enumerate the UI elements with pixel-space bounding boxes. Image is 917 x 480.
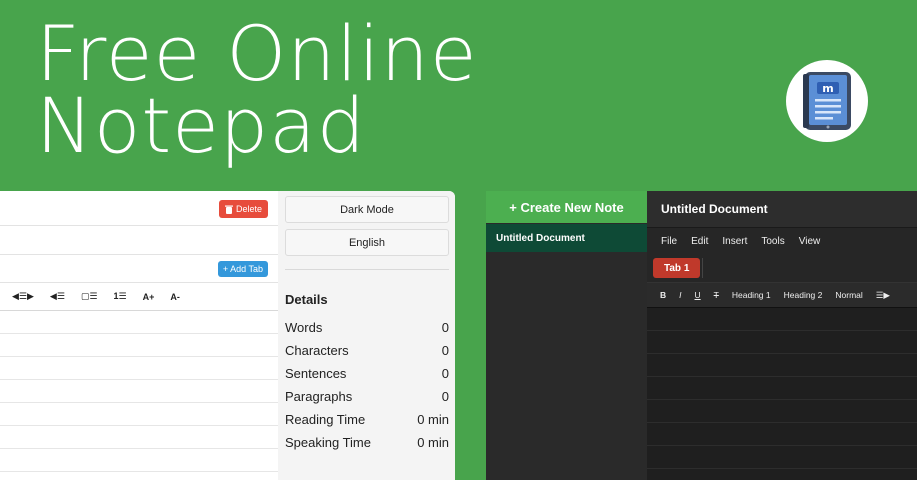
indent-button[interactable]: ☰▶: [876, 290, 890, 301]
light-format-toolbar: ◀☰▶ ◀☰ ▢☰ 1☰ A+ A-: [0, 283, 278, 311]
add-tab-button[interactable]: + Add Tab: [217, 261, 268, 277]
underline-button[interactable]: U: [695, 290, 701, 300]
heading1-button[interactable]: Heading 1: [732, 290, 771, 300]
trash-icon: [224, 205, 233, 214]
hero-title-line2: Notepad: [36, 81, 366, 170]
outdent-button[interactable]: ◀☰: [50, 291, 65, 302]
stat-label: Words: [285, 320, 323, 335]
hero-title-line1: Free Online: [36, 9, 478, 98]
dark-tabs-row: Tab 1: [647, 254, 917, 282]
stat-label: Paragraphs: [285, 389, 353, 404]
dark-editor: Untitled Document File Edit Insert Tools…: [647, 191, 917, 480]
stat-value: 0 min: [417, 435, 449, 450]
stat-row-reading-time: Reading Time 0 min: [285, 408, 449, 431]
stat-row-paragraphs: Paragraphs 0: [285, 385, 449, 408]
text-line: [0, 426, 278, 449]
text-line: [0, 334, 278, 357]
dark-text-area[interactable]: [647, 308, 917, 469]
text-line: [647, 446, 917, 469]
light-tabs-row: + Add Tab: [0, 255, 278, 283]
menu-file[interactable]: File: [661, 236, 677, 247]
dark-notes-sidebar: + Create New Note Untitled Document: [486, 191, 647, 480]
details-title: Details: [285, 292, 328, 307]
stat-value: 0: [441, 389, 449, 404]
text-line: [0, 311, 278, 334]
stat-row-characters: Characters 0: [285, 339, 449, 362]
text-line: [0, 380, 278, 403]
delete-button[interactable]: Delete: [218, 200, 268, 218]
text-line: [647, 308, 917, 331]
menu-edit[interactable]: Edit: [691, 236, 708, 247]
stat-label: Sentences: [285, 366, 347, 381]
stat-label: Speaking Time: [285, 435, 371, 450]
language-button[interactable]: English: [285, 229, 449, 256]
divider: [285, 269, 449, 270]
dark-app-panel: + Create New Note Untitled Document Unti…: [486, 191, 917, 480]
light-title-row: [0, 226, 278, 255]
bold-button[interactable]: B: [660, 290, 666, 300]
stat-label: Characters: [285, 343, 349, 358]
svg-text:m: m: [822, 82, 833, 95]
light-sidebar: Dark Mode English Details Words 0 Charact…: [278, 191, 455, 480]
notepad-logo-icon: m: [786, 60, 868, 142]
hero-title: Free Online Notepad: [36, 9, 478, 170]
font-decrease-button[interactable]: A-: [170, 292, 180, 302]
heading2-button[interactable]: Heading 2: [784, 290, 823, 300]
stat-value: 0: [441, 343, 449, 358]
light-editor: Delete + Add Tab ◀☰▶ ◀☰ ▢☰ 1☰ A+ A-: [0, 191, 278, 480]
dark-format-toolbar: B I U T Heading 1 Heading 2 Normal ☰▶: [647, 282, 917, 308]
numbered-list-button[interactable]: 1☰: [114, 291, 127, 302]
text-line: [0, 449, 278, 472]
dark-mode-button[interactable]: Dark Mode: [285, 196, 449, 223]
note-list-item[interactable]: Untitled Document: [486, 224, 647, 252]
light-text-area[interactable]: [0, 311, 278, 472]
light-app-panel: Delete + Add Tab ◀☰▶ ◀☰ ▢☰ 1☰ A+ A- Dark…: [0, 191, 455, 480]
text-line: [647, 354, 917, 377]
bullet-list-button[interactable]: ▢☰: [81, 291, 98, 302]
light-header-row: Delete: [0, 191, 278, 226]
stat-value: 0 min: [417, 412, 449, 427]
tab-1[interactable]: Tab 1: [653, 258, 701, 278]
strikethrough-button[interactable]: T: [714, 290, 719, 300]
ltr-direction-button[interactable]: ◀☰▶: [12, 291, 34, 302]
text-line: [0, 403, 278, 426]
delete-label: Delete: [235, 204, 262, 214]
stat-value: 0: [441, 320, 449, 335]
normal-text-button[interactable]: Normal: [835, 290, 862, 300]
create-new-note-button[interactable]: + Create New Note: [486, 191, 647, 223]
stat-row-speaking-time: Speaking Time 0 min: [285, 431, 449, 454]
italic-button[interactable]: I: [679, 290, 681, 300]
divider: [702, 258, 704, 278]
text-line: [647, 400, 917, 423]
text-line: [0, 357, 278, 380]
menu-view[interactable]: View: [799, 236, 821, 247]
menu-bar: File Edit Insert Tools View: [647, 228, 917, 254]
stat-row-words: Words 0: [285, 316, 449, 339]
text-line: [647, 331, 917, 354]
font-increase-button[interactable]: A+: [143, 292, 155, 302]
document-title[interactable]: Untitled Document: [647, 191, 917, 228]
stat-value: 0: [441, 366, 449, 381]
stat-label: Reading Time: [285, 412, 366, 427]
text-line: [647, 377, 917, 400]
menu-insert[interactable]: Insert: [722, 236, 747, 247]
menu-tools[interactable]: Tools: [761, 236, 784, 247]
stat-row-sentences: Sentences 0: [285, 362, 449, 385]
text-line: [647, 423, 917, 446]
